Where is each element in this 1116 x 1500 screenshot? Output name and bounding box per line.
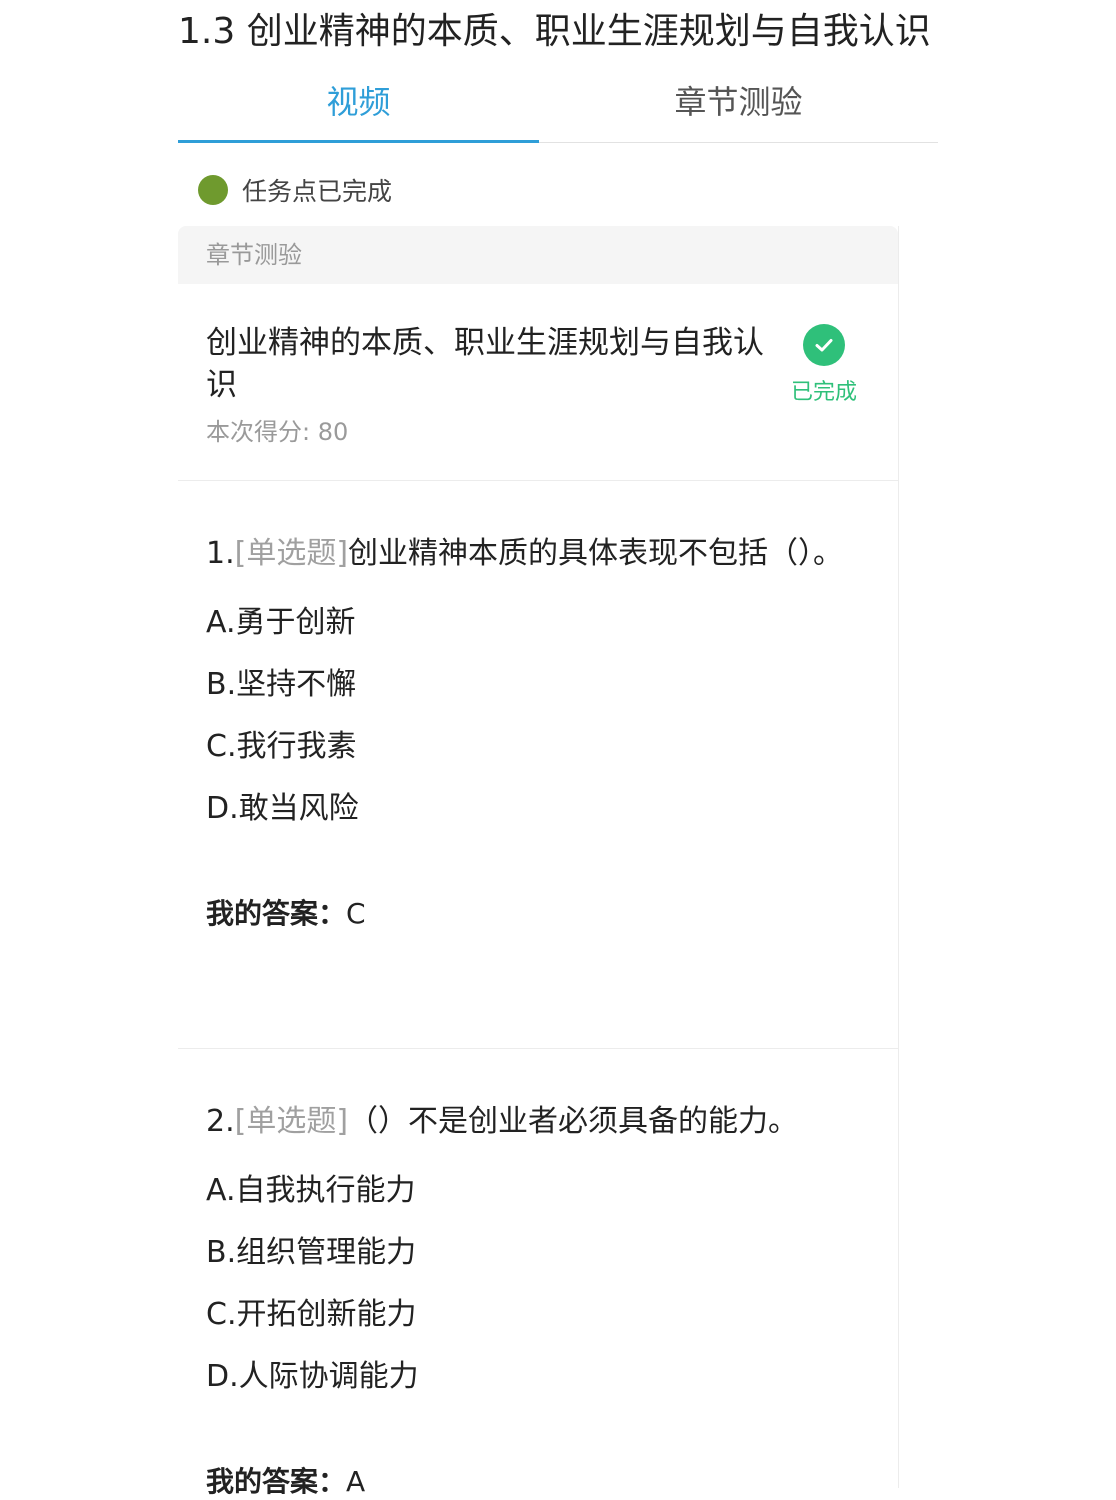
question-type: [单选题] bbox=[234, 536, 349, 571]
question-1: 1.[单选题]创业精神本质的具体表现不包括（）。 A.勇于创新 B.坚持不懈 C… bbox=[206, 528, 846, 932]
question-number: 1. bbox=[206, 536, 235, 571]
quiz-card: 章节测验 创业精神的本质、职业生涯规划与自我认识 本次得分: 80 已完成 1.… bbox=[178, 226, 899, 1498]
my-answer-label: 我的答案： bbox=[206, 1465, 347, 1498]
page: 1.3 创业精神的本质、职业生涯规划与自我认识 视频 章节测验 任务点已完成 章… bbox=[0, 0, 1116, 1498]
option-b: B.组织管理能力 bbox=[206, 1235, 417, 1270]
question-divider bbox=[178, 1048, 898, 1049]
option-a: A.勇于创新 bbox=[206, 605, 356, 640]
check-circle-icon bbox=[803, 324, 845, 366]
tab-chapter-quiz[interactable]: 章节测验 bbox=[539, 70, 938, 142]
question-number: 2. bbox=[206, 1104, 235, 1139]
quiz-title: 创业精神的本质、职业生涯规划与自我认识 bbox=[206, 325, 764, 403]
score-label: 本次得分: bbox=[206, 418, 311, 446]
question-type: [单选题] bbox=[234, 1104, 349, 1139]
my-answer-label: 我的答案： bbox=[206, 897, 347, 930]
tab-video[interactable]: 视频 bbox=[178, 70, 539, 142]
quiz-summary[interactable]: 创业精神的本质、职业生涯规划与自我认识 本次得分: 80 已完成 bbox=[178, 284, 898, 481]
my-answer: 我的答案：C bbox=[206, 892, 846, 932]
option-c: C.开拓创新能力 bbox=[206, 1297, 417, 1332]
page-title: 1.3 创业精神的本质、职业生涯规划与自我认识 bbox=[178, 11, 931, 52]
card-header: 章节测验 bbox=[178, 226, 898, 284]
question-text: 2.[单选题]（）不是创业者必须具备的能力。 bbox=[206, 1096, 846, 1148]
option-c: C.我行我素 bbox=[206, 729, 357, 764]
option-d: D.人际协调能力 bbox=[206, 1359, 419, 1394]
option-d: D.敢当风险 bbox=[206, 791, 359, 826]
option-b: B.坚持不懈 bbox=[206, 667, 357, 702]
question-body: （）不是创业者必须具备的能力。 bbox=[348, 1104, 799, 1139]
active-tab-indicator bbox=[178, 140, 539, 143]
completed-label: 已完成 bbox=[790, 380, 857, 405]
option-a: A.自我执行能力 bbox=[206, 1173, 416, 1208]
task-status: 任务点已完成 bbox=[198, 170, 392, 210]
task-status-text: 任务点已完成 bbox=[242, 177, 393, 206]
completed-badge: 已完成 bbox=[784, 324, 864, 406]
question-2: 2.[单选题]（）不是创业者必须具备的能力。 A.自我执行能力 B.组织管理能力… bbox=[206, 1096, 846, 1500]
my-answer-value: C bbox=[346, 897, 366, 930]
question-text: 1.[单选题]创业精神本质的具体表现不包括（）。 bbox=[206, 528, 846, 580]
quiz-score: 本次得分: 80 bbox=[206, 412, 348, 447]
my-answer-value: A bbox=[346, 1465, 366, 1498]
my-answer: 我的答案：A bbox=[206, 1460, 846, 1500]
tab-bar: 视频 章节测验 bbox=[178, 70, 938, 143]
score-value: 80 bbox=[317, 418, 349, 446]
task-complete-dot-icon bbox=[198, 175, 228, 205]
question-body: 创业精神本质的具体表现不包括（）。 bbox=[348, 536, 844, 571]
